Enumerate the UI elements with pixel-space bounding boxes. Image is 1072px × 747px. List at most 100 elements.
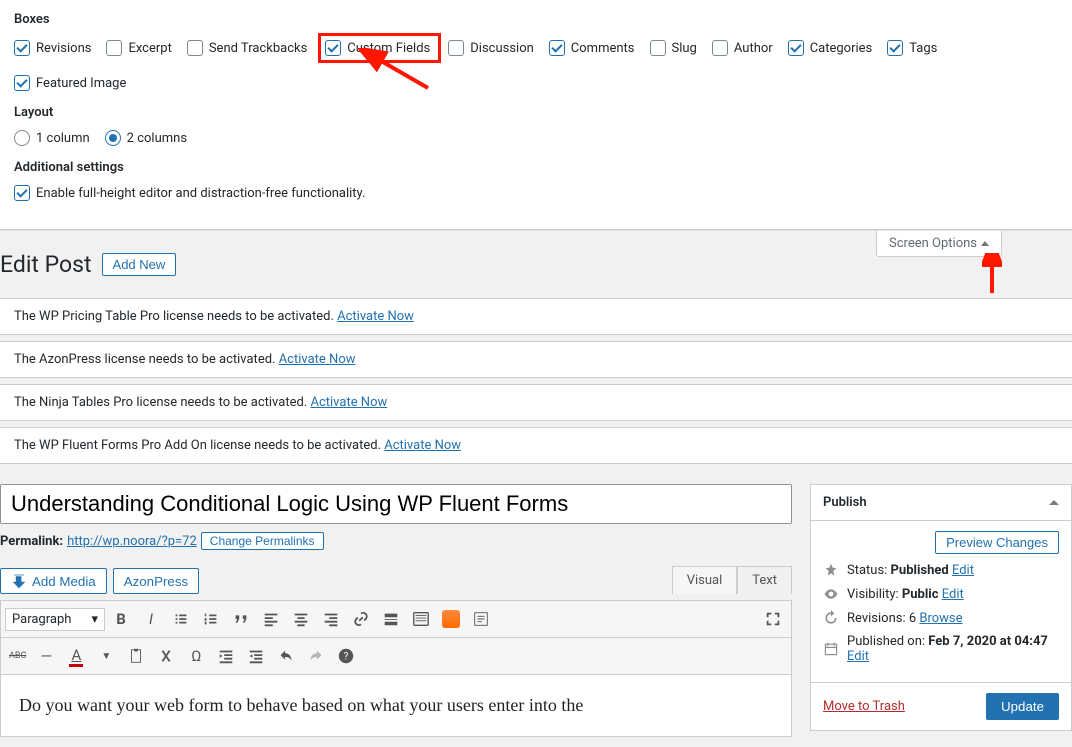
hr-button[interactable]: — (32, 642, 60, 670)
add-new-button[interactable]: Add New (102, 253, 177, 276)
checkbox-icon (14, 40, 30, 56)
move-to-trash-link[interactable]: Move to Trash (823, 699, 905, 714)
add-media-button[interactable]: Add Media (0, 568, 107, 594)
layout-heading: Layout (14, 105, 1058, 120)
boxes-checkbox-row: Revisions Excerpt Send Trackbacks Custom… (14, 37, 1058, 91)
align-left-button[interactable] (257, 605, 285, 633)
revisions-row: Revisions: 6 Browse (823, 610, 1059, 626)
notice: The AzonPress license needs to be activa… (0, 341, 1072, 378)
edit-status-link[interactable]: Edit (952, 563, 974, 578)
text-tab[interactable]: Text (737, 566, 792, 594)
checkbox-author[interactable]: Author (712, 40, 773, 56)
undo-button[interactable] (272, 642, 300, 670)
activate-link[interactable]: Activate Now (279, 352, 356, 367)
color-swatch (69, 664, 83, 667)
additional-row: Enable full-height editor and distractio… (14, 185, 1058, 201)
paste-text-button[interactable] (122, 642, 150, 670)
publish-postbox: Publish Preview Changes Status: Publishe… (810, 484, 1072, 731)
browse-revisions-link[interactable]: Browse (919, 611, 962, 626)
checkbox-icon (325, 40, 341, 56)
chevron-up-icon (981, 241, 989, 246)
insert-more-button[interactable] (377, 605, 405, 633)
checkbox-discussion[interactable]: Discussion (448, 40, 534, 56)
clear-formatting-button[interactable] (152, 642, 180, 670)
publish-header[interactable]: Publish (811, 485, 1071, 521)
visibility-row: Visibility: Public Edit (823, 586, 1059, 602)
align-right-button[interactable] (317, 605, 345, 633)
checkbox-excerpt[interactable]: Excerpt (106, 40, 171, 56)
media-icon (11, 573, 27, 589)
format-select[interactable]: Paragraph▾ (5, 608, 105, 631)
eye-icon (823, 586, 839, 602)
update-button[interactable]: Update (986, 693, 1059, 720)
radio-icon (14, 130, 30, 146)
notice: The WP Fluent Forms Pro Add On license n… (0, 427, 1072, 464)
svg-text:?: ? (344, 652, 349, 663)
checkbox-icon (448, 40, 464, 56)
outdent-button[interactable] (212, 642, 240, 670)
special-character-button[interactable]: Ω (182, 642, 210, 670)
indent-button[interactable] (242, 642, 270, 670)
checkbox-featured-image[interactable]: Featured Image (14, 75, 126, 91)
main-area: Permalink: http://wp.noora/?p=72 Change … (0, 470, 1072, 747)
notice: The Ninja Tables Pro license needs to be… (0, 384, 1072, 421)
align-center-button[interactable] (287, 605, 315, 633)
checkbox-icon (187, 40, 203, 56)
azonpress-button[interactable]: AzonPress (113, 568, 199, 594)
editor-toolbar-row-2: ABC — A ▼ Ω ? (0, 638, 792, 675)
strikethrough-button[interactable]: ABC (5, 642, 30, 670)
publish-body: Preview Changes Status: Published Edit V… (811, 521, 1071, 682)
help-button[interactable]: ? (332, 642, 360, 670)
annotation-arrow-icon (358, 48, 438, 98)
chevron-up-icon (1049, 500, 1059, 505)
editor-content[interactable]: Do you want your web form to behave base… (0, 675, 792, 737)
checkbox-icon (106, 40, 122, 56)
content-column: Permalink: http://wp.noora/?p=72 Change … (0, 484, 792, 747)
screen-options-panel: Boxes Revisions Excerpt Send Trackbacks … (0, 0, 1072, 230)
italic-button[interactable]: I (137, 605, 165, 633)
checkbox-categories[interactable]: Categories (788, 40, 873, 56)
fluent-forms-button[interactable] (467, 605, 495, 633)
edit-date-link[interactable]: Edit (847, 649, 869, 664)
editor-wrap: Visual Text Paragraph▾ B I (0, 600, 792, 737)
checkbox-icon (549, 40, 565, 56)
checkbox-icon (887, 40, 903, 56)
checkbox-tags[interactable]: Tags (887, 40, 937, 56)
visual-tab[interactable]: Visual (672, 566, 738, 594)
redo-button[interactable] (302, 642, 330, 670)
ninja-tables-button[interactable] (437, 605, 465, 633)
published-date-row: Published on: Feb 7, 2020 at 04:47 Edit (823, 634, 1059, 664)
activate-link[interactable]: Activate Now (384, 438, 461, 453)
toolbar-toggle-button[interactable] (407, 605, 435, 633)
layout-radio-row: 1 column 2 columns (14, 130, 1058, 146)
radio-2-columns[interactable]: 2 columns (105, 130, 187, 146)
permalink-label: Permalink: (0, 534, 63, 549)
bullet-list-button[interactable] (167, 605, 195, 633)
radio-1-column[interactable]: 1 column (14, 130, 90, 146)
checkbox-revisions[interactable]: Revisions (14, 40, 91, 56)
checkbox-slug[interactable]: Slug (650, 40, 697, 56)
bold-button[interactable]: B (107, 605, 135, 633)
text-color-button[interactable]: A (62, 642, 90, 670)
numbered-list-button[interactable] (197, 605, 225, 633)
edit-visibility-link[interactable]: Edit (942, 587, 964, 602)
post-title-input[interactable] (0, 484, 792, 524)
additional-heading: Additional settings (14, 160, 1058, 175)
checkbox-icon (650, 40, 666, 56)
preview-changes-button[interactable]: Preview Changes (935, 531, 1059, 554)
activate-link[interactable]: Activate Now (310, 395, 387, 410)
change-permalinks-button[interactable]: Change Permalinks (201, 532, 324, 550)
blockquote-button[interactable] (227, 605, 255, 633)
fullscreen-button[interactable] (759, 605, 787, 633)
permalink-link[interactable]: http://wp.noora/?p=72 (67, 534, 197, 549)
checkbox-comments[interactable]: Comments (549, 40, 635, 56)
checkbox-send-trackbacks[interactable]: Send Trackbacks (187, 40, 307, 56)
checkbox-full-height[interactable]: Enable full-height editor and distractio… (14, 185, 365, 201)
editor-toolbar-row-1: Paragraph▾ B I (0, 600, 792, 638)
table-icon (442, 610, 460, 628)
chevron-down-icon: ▾ (91, 612, 98, 627)
activate-link[interactable]: Activate Now (337, 309, 414, 324)
link-button[interactable] (347, 605, 375, 633)
checkbox-icon (14, 75, 30, 91)
text-color-dropdown[interactable]: ▼ (92, 642, 120, 670)
